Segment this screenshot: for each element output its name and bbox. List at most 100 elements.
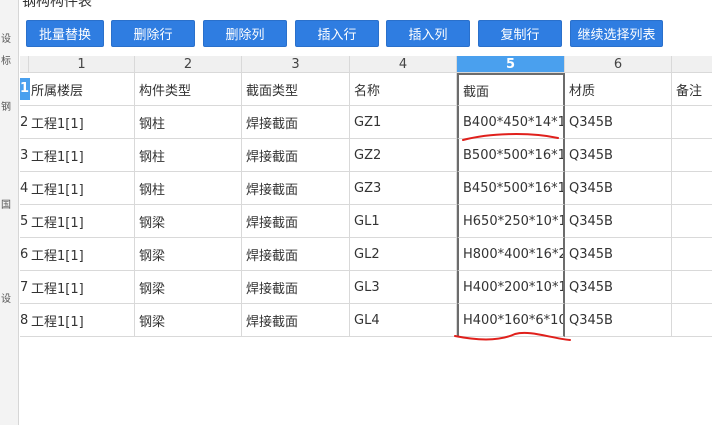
table-cell[interactable]: 3 工程1[1] bbox=[20, 139, 135, 172]
window-title: 钢构构件表 bbox=[22, 0, 92, 10]
table-cell[interactable]: Q345B bbox=[565, 304, 672, 337]
table-cell[interactable]: 焊接截面 bbox=[242, 106, 350, 139]
strip-char: 钢 bbox=[1, 102, 11, 113]
delete-row-button[interactable]: 删除行 bbox=[111, 20, 195, 47]
table-cell[interactable]: 4 工程1[1] bbox=[20, 172, 135, 205]
header-cell[interactable]: 备注 bbox=[672, 73, 712, 106]
col-number[interactable]: 1 bbox=[29, 56, 135, 73]
table-cell[interactable]: 焊接截面 bbox=[242, 304, 350, 337]
table-cell-selected-col[interactable]: H800*400*16*20 bbox=[457, 238, 565, 271]
table-cell[interactable]: Q345B bbox=[565, 238, 672, 271]
table-row: 3 工程1[1] 钢柱 焊接截面 GZ2 B500*500*16*16 Q345B bbox=[20, 139, 712, 172]
table-cell[interactable] bbox=[672, 139, 712, 172]
row-number[interactable]: 7 bbox=[20, 280, 30, 295]
table-cell[interactable] bbox=[672, 238, 712, 271]
table-cell[interactable]: Q345B bbox=[565, 205, 672, 238]
table-cell[interactable]: 焊接截面 bbox=[242, 238, 350, 271]
cell-text: 工程1[1] bbox=[31, 182, 84, 198]
table-cell[interactable] bbox=[672, 304, 712, 337]
strip-char: 国 bbox=[1, 200, 11, 211]
column-number-row: 1 2 3 4 5 6 bbox=[20, 56, 712, 73]
cell-text: 工程1[1] bbox=[31, 248, 84, 264]
copy-row-button[interactable]: 复制行 bbox=[478, 20, 562, 47]
col-number-empty[interactable] bbox=[672, 56, 712, 73]
table-cell[interactable]: GL2 bbox=[350, 238, 457, 271]
table-row: 8 工程1[1] 钢梁 焊接截面 GL4 H400*160*6*10 Q345B bbox=[20, 304, 712, 337]
table-cell[interactable]: Q345B bbox=[565, 271, 672, 304]
table-cell[interactable]: 焊接截面 bbox=[242, 271, 350, 304]
table-cell[interactable]: 钢柱 bbox=[135, 139, 242, 172]
header-cell-selected[interactable]: 截面 bbox=[457, 73, 565, 106]
table-cell[interactable]: 钢梁 bbox=[135, 271, 242, 304]
continue-select-list-button[interactable]: 继续选择列表 bbox=[570, 20, 663, 47]
table-cell[interactable]: 钢梁 bbox=[135, 205, 242, 238]
row-number[interactable]: 8 bbox=[20, 313, 30, 328]
table-cell[interactable] bbox=[672, 205, 712, 238]
table-cell[interactable]: Q345B bbox=[565, 172, 672, 205]
table-cell[interactable] bbox=[672, 271, 712, 304]
row-number[interactable]: 4 bbox=[20, 181, 30, 196]
table-cell[interactable]: 7 工程1[1] bbox=[20, 271, 135, 304]
table-cell[interactable]: 8 工程1[1] bbox=[20, 304, 135, 337]
table-cell[interactable]: 钢柱 bbox=[135, 172, 242, 205]
table-row: 2 工程1[1] 钢柱 焊接截面 GZ1 B400*450*14*14 Q345B bbox=[20, 106, 712, 139]
app-window: 钢构构件表 设 标 钢 国 设 批量替换 删除行 删除列 插入行 插入列 复制行… bbox=[0, 0, 712, 425]
batch-replace-button[interactable]: 批量替换 bbox=[26, 20, 104, 47]
strip-char: 设 bbox=[1, 294, 11, 305]
header-row: 1 所属楼层 构件类型 截面类型 名称 截面 材质 备注 bbox=[20, 73, 712, 106]
table-cell[interactable]: GL3 bbox=[350, 271, 457, 304]
table-cell[interactable]: 钢柱 bbox=[135, 106, 242, 139]
delete-column-button[interactable]: 删除列 bbox=[203, 20, 287, 47]
row-number[interactable]: 2 bbox=[20, 115, 30, 130]
col-number[interactable]: 4 bbox=[350, 56, 457, 73]
table-row: 7 工程1[1] 钢梁 焊接截面 GL3 H400*200*10*14 Q345B bbox=[20, 271, 712, 304]
table-cell-selected-col[interactable]: H400*160*6*10 bbox=[457, 304, 565, 337]
cell-text: 工程1[1] bbox=[31, 314, 84, 330]
table-cell[interactable]: 2 工程1[1] bbox=[20, 106, 135, 139]
insert-row-button[interactable]: 插入行 bbox=[295, 20, 379, 47]
strip-char: 标 bbox=[1, 56, 11, 67]
table-cell[interactable]: GZ1 bbox=[350, 106, 457, 139]
col-number[interactable]: 2 bbox=[135, 56, 242, 73]
table-cell[interactable]: 焊接截面 bbox=[242, 172, 350, 205]
table-cell[interactable]: GL1 bbox=[350, 205, 457, 238]
table-cell[interactable]: 钢梁 bbox=[135, 304, 242, 337]
table-cell[interactable]: 焊接截面 bbox=[242, 139, 350, 172]
cell-text: 工程1[1] bbox=[31, 116, 84, 132]
header-cell[interactable]: 截面类型 bbox=[242, 73, 350, 106]
table-cell-selected-col[interactable]: B450*500*16*16 bbox=[457, 172, 565, 205]
table-cell[interactable]: 焊接截面 bbox=[242, 205, 350, 238]
table-cell[interactable] bbox=[672, 106, 712, 139]
col-number[interactable]: 3 bbox=[242, 56, 350, 73]
table-cell-selected-col[interactable]: H400*200*10*14 bbox=[457, 271, 565, 304]
table-cell[interactable]: Q345B bbox=[565, 106, 672, 139]
col-number[interactable]: 6 bbox=[565, 56, 672, 73]
cell-text: 工程1[1] bbox=[31, 149, 84, 165]
header-cell[interactable]: 材质 bbox=[565, 73, 672, 106]
header-cell[interactable]: 构件类型 bbox=[135, 73, 242, 106]
header-cell[interactable]: 1 所属楼层 bbox=[20, 73, 135, 106]
header-cell[interactable]: 名称 bbox=[350, 73, 457, 106]
col-number-selected[interactable]: 5 bbox=[457, 56, 565, 73]
row-number[interactable]: 6 bbox=[20, 247, 30, 262]
corner-cell[interactable] bbox=[20, 56, 29, 73]
row-number[interactable]: 5 bbox=[20, 214, 30, 229]
row-number[interactable]: 3 bbox=[20, 148, 30, 163]
table-cell[interactable]: 6 工程1[1] bbox=[20, 238, 135, 271]
table-cell[interactable]: GZ3 bbox=[350, 172, 457, 205]
row-number[interactable]: 1 bbox=[20, 78, 30, 100]
insert-column-button[interactable]: 插入列 bbox=[386, 20, 470, 47]
table-cell-selected-col[interactable]: B500*500*16*16 bbox=[457, 139, 565, 172]
table-cell-selected-col[interactable]: H650*250*10*16 bbox=[457, 205, 565, 238]
background-window-strip: 设 标 钢 国 设 bbox=[0, 0, 19, 425]
table-cell[interactable] bbox=[672, 172, 712, 205]
table-cell[interactable]: Q345B bbox=[565, 139, 672, 172]
table-cell[interactable]: 5 工程1[1] bbox=[20, 205, 135, 238]
table-cell[interactable]: GZ2 bbox=[350, 139, 457, 172]
table-cell-selected-col[interactable]: B400*450*14*14 bbox=[457, 106, 565, 139]
table-cell[interactable]: GL4 bbox=[350, 304, 457, 337]
cell-text: 工程1[1] bbox=[31, 281, 84, 297]
table-cell[interactable]: 钢梁 bbox=[135, 238, 242, 271]
table-row: 5 工程1[1] 钢梁 焊接截面 GL1 H650*250*10*16 Q345B bbox=[20, 205, 712, 238]
header-label: 所属楼层 bbox=[31, 83, 84, 99]
